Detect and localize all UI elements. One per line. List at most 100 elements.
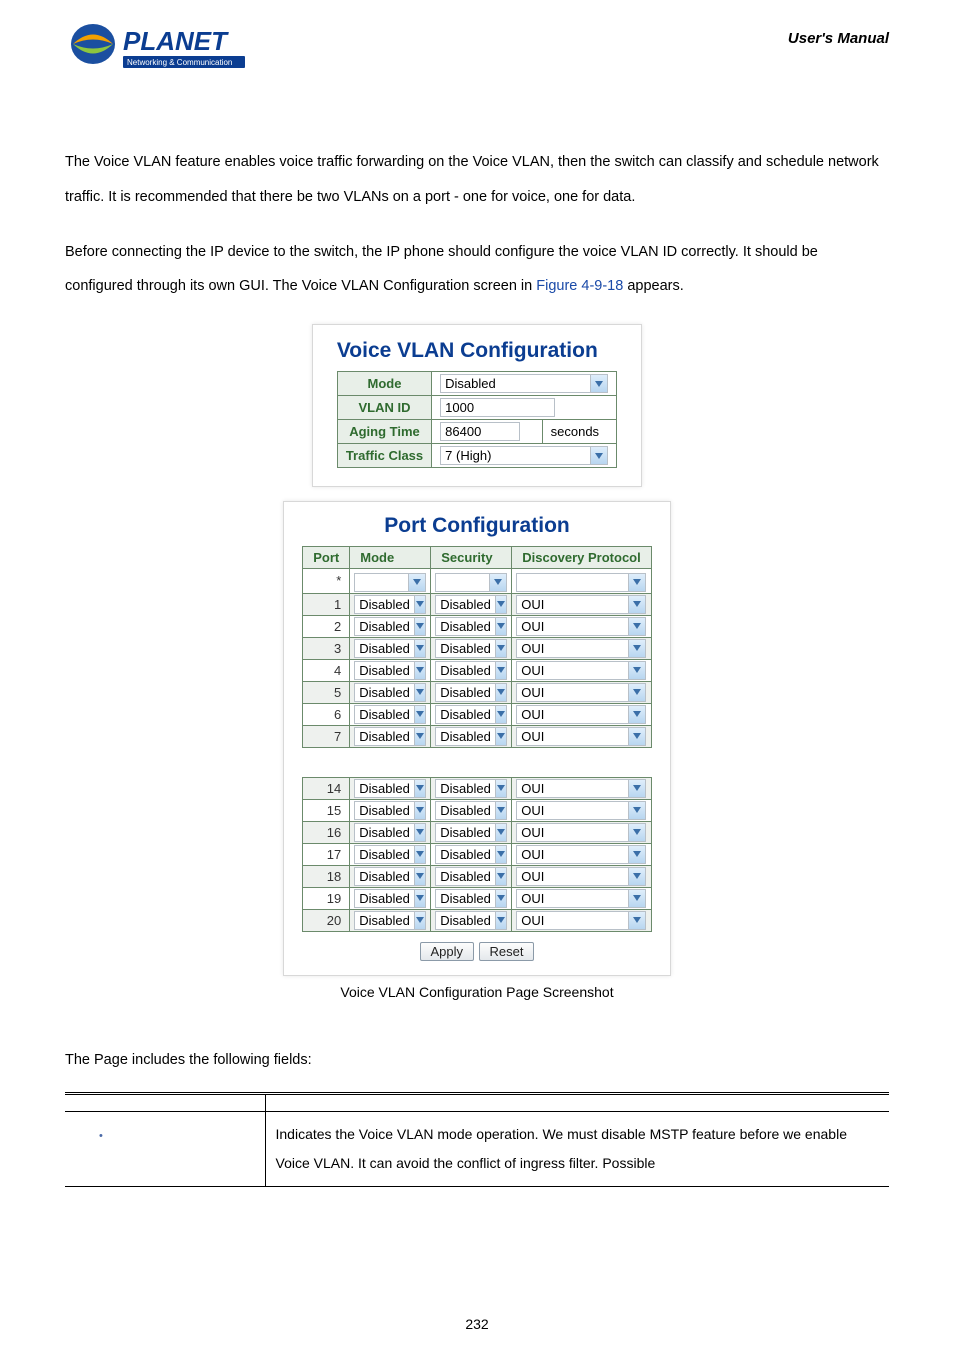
- dropdown[interactable]: Disabled: [354, 823, 426, 842]
- chevron-down-icon: [414, 912, 425, 929]
- col-mode: Mode: [350, 547, 431, 569]
- dropdown[interactable]: Disabled: [354, 595, 426, 614]
- reset-button[interactable]: Reset: [479, 942, 535, 961]
- chevron-down-icon: [628, 846, 645, 863]
- voice-vlan-title: Voice VLAN Configuration: [337, 339, 617, 363]
- chevron-down-icon: [414, 662, 425, 679]
- dropdown[interactable]: OUI: [516, 661, 646, 680]
- port-number: 2: [303, 615, 350, 637]
- table-row: 6DisabledDisabledOUI: [303, 703, 652, 725]
- dropdown[interactable]: OUI: [516, 617, 646, 636]
- chevron-down-icon: [495, 802, 506, 819]
- dropdown[interactable]: Disabled: [435, 867, 507, 886]
- dropdown[interactable]: Disabled: [435, 683, 507, 702]
- traffic-class-select[interactable]: 7 (High): [440, 446, 608, 465]
- brand-logo: PLANET Networking & Communication: [65, 20, 255, 75]
- dropdown[interactable]: Disabled: [435, 661, 507, 680]
- chevron-down-icon: [628, 662, 645, 679]
- dropdown[interactable]: OUI: [516, 801, 646, 820]
- dropdown[interactable]: Disabled: [435, 727, 507, 746]
- vlan-id-label: VLAN ID: [337, 396, 431, 420]
- figure-caption: Voice VLAN Configuration Page Screenshot: [65, 984, 889, 1000]
- chevron-down-icon: [628, 574, 645, 591]
- chevron-down-icon: [414, 684, 425, 701]
- table-row: *: [303, 569, 652, 594]
- chevron-down-icon: [414, 824, 425, 841]
- dropdown[interactable]: OUI: [516, 823, 646, 842]
- table-row: 2DisabledDisabledOUI: [303, 615, 652, 637]
- port-number: 7: [303, 725, 350, 747]
- dropdown[interactable]: Disabled: [354, 845, 426, 864]
- chevron-down-icon: [628, 618, 645, 635]
- chevron-down-icon: [414, 802, 425, 819]
- dropdown[interactable]: Disabled: [354, 779, 426, 798]
- port-number: 19: [303, 887, 350, 909]
- chevron-down-icon: [628, 890, 645, 907]
- dropdown[interactable]: Disabled: [435, 823, 507, 842]
- dropdown[interactable]: Disabled: [435, 779, 507, 798]
- port-number: 1: [303, 593, 350, 615]
- aging-time-label: Aging Time: [337, 420, 431, 444]
- dropdown[interactable]: OUI: [516, 889, 646, 908]
- table-row: 14DisabledDisabledOUI: [303, 777, 652, 799]
- dropdown[interactable]: [354, 573, 426, 592]
- dropdown[interactable]: OUI: [516, 779, 646, 798]
- chevron-down-icon: [414, 596, 425, 613]
- dropdown[interactable]: Disabled: [435, 617, 507, 636]
- dropdown[interactable]: Disabled: [354, 727, 426, 746]
- dropdown[interactable]: [435, 573, 507, 592]
- dropdown[interactable]: OUI: [516, 683, 646, 702]
- dropdown[interactable]: OUI: [516, 595, 646, 614]
- dropdown[interactable]: Disabled: [354, 889, 426, 908]
- dropdown[interactable]: Disabled: [354, 867, 426, 886]
- chevron-down-icon: [408, 574, 425, 591]
- chevron-down-icon: [414, 890, 425, 907]
- dropdown[interactable]: OUI: [516, 867, 646, 886]
- dropdown[interactable]: Disabled: [435, 889, 507, 908]
- table-row: 15DisabledDisabledOUI: [303, 799, 652, 821]
- voice-vlan-panel: Voice VLAN Configuration Mode Disabled V…: [312, 324, 642, 487]
- vlan-id-input[interactable]: [440, 398, 555, 417]
- chevron-down-icon: [495, 684, 506, 701]
- dropdown[interactable]: OUI: [516, 639, 646, 658]
- port-config-title: Port Configuration: [302, 514, 652, 538]
- dropdown[interactable]: Disabled: [435, 595, 507, 614]
- dropdown[interactable]: Disabled: [354, 617, 426, 636]
- dropdown[interactable]: Disabled: [435, 705, 507, 724]
- dropdown[interactable]: Disabled: [354, 705, 426, 724]
- dropdown[interactable]: Disabled: [435, 801, 507, 820]
- chevron-down-icon: [628, 640, 645, 657]
- apply-button[interactable]: Apply: [420, 942, 475, 961]
- dropdown[interactable]: Disabled: [435, 845, 507, 864]
- table-row: 16DisabledDisabledOUI: [303, 821, 652, 843]
- dropdown[interactable]: Disabled: [435, 911, 507, 930]
- page-number: 232: [0, 1316, 954, 1332]
- chevron-down-icon: [414, 706, 425, 723]
- chevron-down-icon: [628, 868, 645, 885]
- table-row: 19DisabledDisabledOUI: [303, 887, 652, 909]
- chevron-down-icon: [628, 824, 645, 841]
- port-number: 3: [303, 637, 350, 659]
- chevron-down-icon: [495, 890, 506, 907]
- dropdown[interactable]: Disabled: [354, 661, 426, 680]
- figure-link[interactable]: Figure 4-9-18: [536, 278, 623, 294]
- dropdown[interactable]: OUI: [516, 727, 646, 746]
- manual-label: User's Manual: [788, 20, 889, 47]
- dropdown[interactable]: Disabled: [354, 639, 426, 658]
- chevron-down-icon: [590, 447, 607, 464]
- dropdown[interactable]: Disabled: [435, 639, 507, 658]
- dropdown[interactable]: OUI: [516, 705, 646, 724]
- port-number: 17: [303, 843, 350, 865]
- svg-text:Networking & Communication: Networking & Communication: [127, 58, 232, 67]
- dropdown[interactable]: Disabled: [354, 683, 426, 702]
- dropdown[interactable]: Disabled: [354, 801, 426, 820]
- chevron-down-icon: [628, 684, 645, 701]
- aging-time-input[interactable]: [440, 422, 520, 441]
- dropdown[interactable]: OUI: [516, 845, 646, 864]
- mode-label: Mode: [337, 372, 431, 396]
- dropdown[interactable]: [516, 573, 646, 592]
- port-number: 6: [303, 703, 350, 725]
- dropdown[interactable]: Disabled: [354, 911, 426, 930]
- mode-select[interactable]: Disabled: [440, 374, 608, 393]
- dropdown[interactable]: OUI: [516, 911, 646, 930]
